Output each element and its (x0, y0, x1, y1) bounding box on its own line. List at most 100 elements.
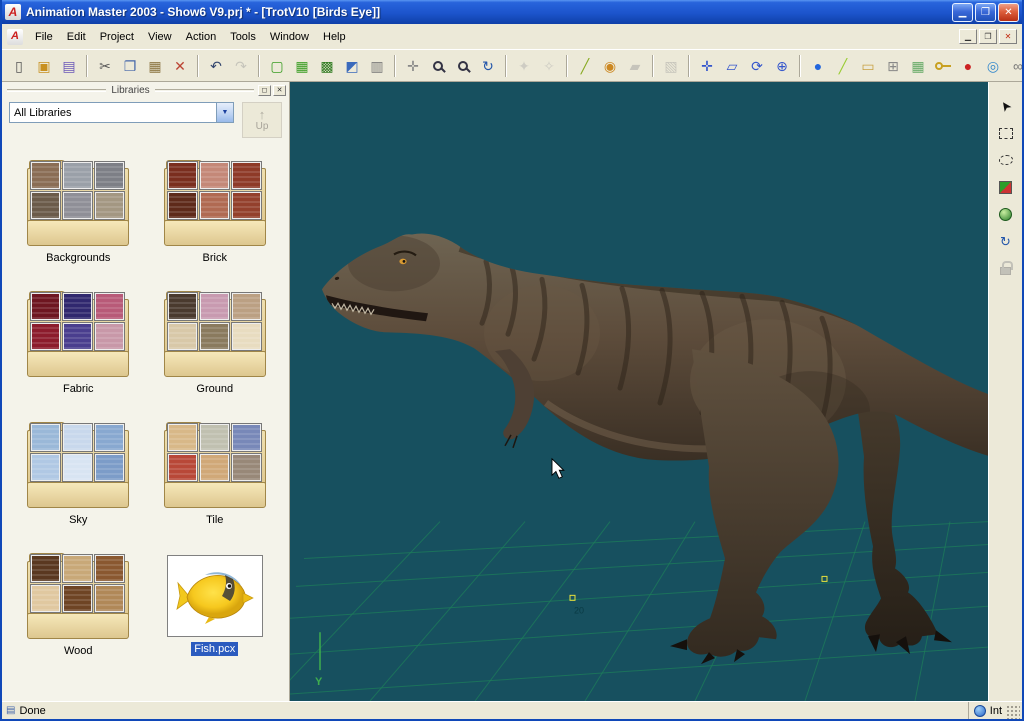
menu-action[interactable]: Action (179, 27, 224, 47)
world-axes-button[interactable]: ⊕ (770, 54, 794, 78)
dynamics-button[interactable]: ▰ (623, 54, 647, 78)
mdi-close-button[interactable]: ✕ (999, 29, 1017, 44)
curves-mode-button[interactable]: ▥ (365, 54, 389, 78)
rotate-tool-button[interactable]: ⟳ (745, 54, 769, 78)
rect-select-tool[interactable] (993, 121, 1019, 145)
folder-icon (164, 291, 266, 377)
lasso-tool[interactable] (993, 148, 1019, 172)
texture-swatch (63, 192, 92, 219)
snap-to-grid-button[interactable]: ▦ (906, 54, 930, 78)
grid-icon: ⊞ (887, 59, 899, 73)
close-button[interactable]: ✕ (998, 3, 1019, 22)
folder-icon (27, 291, 129, 377)
up-button[interactable]: ↑ Up (242, 102, 282, 138)
muscle-mode-icon: ✧ (543, 59, 555, 73)
texture-swatch (200, 323, 229, 350)
save-project-icon: ▤ (62, 59, 75, 73)
panel-close-button[interactable]: ✕ (273, 85, 286, 96)
mdi-minimize-button[interactable]: ▁ (959, 29, 977, 44)
move-tool-button[interactable]: ✛ (695, 54, 719, 78)
panel-collapse-button[interactable]: ◻ (258, 85, 271, 96)
new-project-icon: ▯ (15, 59, 23, 73)
library-item-ground[interactable]: Ground (151, 291, 279, 396)
library-item-label: Fish.pcx (191, 642, 238, 656)
redo-icon: ↷ (235, 59, 247, 73)
zoom-tool-button[interactable] (426, 54, 450, 78)
muscle-mode-button[interactable]: ✧ (537, 54, 561, 78)
lock-tool[interactable] (993, 256, 1019, 280)
open-project-button[interactable]: ▣ (32, 54, 56, 78)
menu-window[interactable]: Window (263, 27, 316, 47)
cp-weights-button[interactable]: ◉ (598, 54, 622, 78)
shaded-wireframe-mode-button[interactable]: ◩ (340, 54, 364, 78)
menu-help[interactable]: Help (316, 27, 353, 47)
library-filter-select[interactable]: All Libraries ▼ (9, 102, 234, 123)
resize-grip[interactable] (1006, 705, 1020, 719)
record-button[interactable]: ● (956, 54, 980, 78)
library-item-fabric[interactable]: Fabric (14, 291, 142, 396)
scale-tool-icon: ▱ (727, 59, 738, 73)
library-item-brick[interactable]: Brick (151, 160, 279, 265)
menu-project[interactable]: Project (93, 27, 141, 47)
scale-tool-button[interactable]: ▱ (720, 54, 744, 78)
texture-swatch (31, 162, 60, 189)
copy-button[interactable]: ❐ (118, 54, 142, 78)
pan-tool-button[interactable]: ✛ (401, 54, 425, 78)
render-preview-button[interactable]: ● (806, 54, 830, 78)
progressive-render-button[interactable]: ▧ (659, 54, 683, 78)
internet-button[interactable]: ◎ (981, 54, 1005, 78)
wireframe-mode-button[interactable]: ▦ (290, 54, 314, 78)
undo-button[interactable]: ↶ (204, 54, 228, 78)
texture-swatches (31, 424, 124, 481)
grid-button[interactable]: ⊞ (881, 54, 905, 78)
key-button[interactable] (931, 54, 955, 78)
save-project-button[interactable]: ▤ (57, 54, 81, 78)
zoom-fit-button[interactable] (451, 54, 475, 78)
turn-tool-button[interactable]: ↻ (476, 54, 500, 78)
toolbar-separator (86, 55, 88, 77)
turn-view-tool[interactable]: ↻ (993, 229, 1019, 253)
toolbar-separator (505, 55, 507, 77)
bones-mode-button[interactable]: ╱ (573, 54, 597, 78)
toolbar-separator (394, 55, 396, 77)
restore-button[interactable]: ❐ (975, 3, 996, 22)
patch-select-tool[interactable] (993, 175, 1019, 199)
delete-button[interactable]: ✕ (168, 54, 192, 78)
minimize-button[interactable]: ▁ (952, 3, 973, 22)
skeletal-mode-button[interactable]: ✦ (512, 54, 536, 78)
shaded-mode-button[interactable]: ▩ (315, 54, 339, 78)
trex-model[interactable] (322, 233, 988, 664)
mdi-restore-button[interactable]: ❐ (979, 29, 997, 44)
menu-view[interactable]: View (141, 27, 179, 47)
dropdown-arrow-icon[interactable]: ▼ (216, 103, 233, 122)
link-button[interactable]: ∞ (1006, 54, 1022, 78)
bound-mode-button[interactable]: ▢ (265, 54, 289, 78)
texture-swatch (232, 192, 261, 219)
paste-button[interactable]: ▦ (143, 54, 167, 78)
library-item-sky[interactable]: Sky (14, 422, 142, 527)
redo-button[interactable]: ↷ (229, 54, 253, 78)
library-item-fish-pcx[interactable]: Fish.pcx (151, 553, 279, 658)
select-tool[interactable]: ➤ (993, 94, 1019, 118)
library-item-tile[interactable]: Tile (151, 422, 279, 527)
skeletal-mode-icon: ✦ (518, 59, 530, 73)
sphere-mode-tool[interactable] (993, 202, 1019, 226)
record-icon: ● (964, 59, 972, 73)
manipulator-markers[interactable]: 20 (570, 576, 827, 615)
status-text: Done (19, 705, 45, 717)
menu-edit[interactable]: Edit (60, 27, 93, 47)
cut-button[interactable]: ✂ (93, 54, 117, 78)
open-project-icon: ▣ (37, 59, 50, 73)
library-item-wood[interactable]: Wood (14, 553, 142, 658)
library-item-label: Fabric (60, 382, 97, 396)
menu-file[interactable]: File (28, 27, 60, 47)
add-spline-button[interactable]: ╱ (831, 54, 855, 78)
new-project-button[interactable]: ▯ (7, 54, 31, 78)
folder-icon (27, 160, 129, 246)
texture-swatch (200, 162, 229, 189)
library-item-backgrounds[interactable]: Backgrounds (14, 160, 142, 265)
menu-tools[interactable]: Tools (223, 27, 263, 47)
scene-viewport[interactable]: 20 Y (290, 82, 988, 701)
folder-icon (27, 422, 129, 508)
ruler-button[interactable]: ▭ (856, 54, 880, 78)
